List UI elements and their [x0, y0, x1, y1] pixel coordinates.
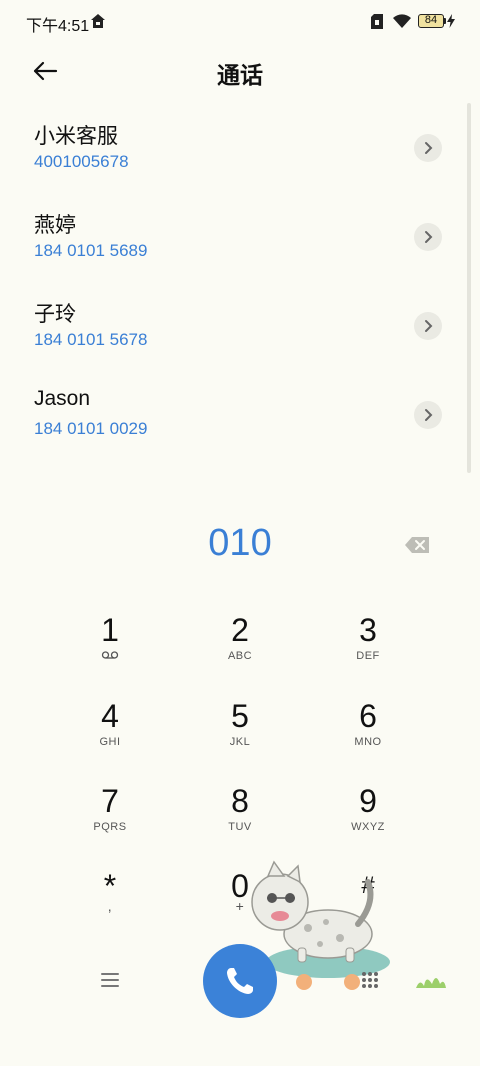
- key-4[interactable]: 4 GHI: [50, 694, 170, 774]
- key-8[interactable]: 8 TUV: [180, 779, 300, 859]
- key-1[interactable]: 1: [50, 608, 170, 688]
- key-letters: PQRS: [93, 821, 127, 833]
- key-letters: DEF: [356, 650, 380, 662]
- sim-icon: [371, 14, 383, 29]
- contact-name: 燕婷: [34, 214, 76, 237]
- key-digit: 3: [359, 612, 377, 648]
- key-digit: 9: [359, 783, 377, 819]
- contact-name: 小米客服: [34, 125, 118, 148]
- key-letters: GHI: [99, 736, 121, 748]
- chevron-right-icon: [425, 231, 433, 243]
- key-letters: ABC: [227, 650, 253, 662]
- contact-name: Jason: [34, 387, 91, 410]
- key-9[interactable]: 9 WXYZ: [308, 779, 428, 859]
- key-digit: 7: [101, 783, 119, 819]
- key-digit: 1: [101, 612, 119, 648]
- home-icon: [91, 14, 105, 28]
- dialpad-icon[interactable]: [361, 971, 379, 989]
- key-5[interactable]: 5 JKL: [180, 694, 300, 774]
- contact-item[interactable]: Jason 184 0101 0029: [0, 371, 465, 459]
- contact-detail-button[interactable]: [414, 401, 442, 429]
- key-letters: ,: [107, 898, 113, 914]
- contact-detail-button[interactable]: [414, 134, 442, 162]
- contact-number: 184 0101 5689: [34, 241, 148, 260]
- key-letters: JKL: [229, 736, 251, 748]
- chevron-right-icon: [425, 142, 433, 154]
- chevron-right-icon: [425, 409, 433, 421]
- key-2[interactable]: 2 ABC: [180, 608, 300, 688]
- battery-level: 84: [424, 14, 438, 26]
- backspace-icon[interactable]: [404, 536, 430, 554]
- key-7[interactable]: 7 PQRS: [50, 779, 170, 859]
- key-digit: 5: [231, 698, 249, 734]
- contact-number: 184 0101 5678: [34, 330, 148, 349]
- key-6[interactable]: 6 MNO: [308, 694, 428, 774]
- key-digit: 4: [101, 698, 119, 734]
- call-button[interactable]: [203, 944, 277, 1018]
- battery-indicator: 84: [418, 14, 444, 28]
- menu-icon[interactable]: [100, 972, 120, 988]
- contact-detail-button[interactable]: [414, 312, 442, 340]
- key-digit: 8: [231, 783, 249, 819]
- key-letters: WXYZ: [351, 821, 385, 833]
- key-letters: TUV: [228, 821, 252, 833]
- key-digit: 6: [359, 698, 377, 734]
- list-scrollbar[interactable]: [467, 103, 471, 473]
- page-title: 通话: [217, 62, 263, 88]
- leaf-decoration-icon: [416, 978, 446, 988]
- key-star[interactable]: * ,: [50, 864, 170, 944]
- battery-tip: [444, 18, 446, 24]
- contact-detail-button[interactable]: [414, 223, 442, 251]
- phone-icon: [227, 968, 253, 994]
- status-time: 下午4:51: [26, 18, 90, 35]
- key-digit: 2: [231, 612, 249, 648]
- contact-item[interactable]: 小米客服 4001005678: [0, 104, 465, 192]
- wifi-icon: [393, 14, 411, 28]
- contact-item[interactable]: 子玲 184 0101 5678: [0, 282, 465, 370]
- charging-icon: [447, 14, 455, 28]
- chevron-right-icon: [425, 320, 433, 332]
- contact-number: 184 0101 0029: [34, 419, 148, 438]
- contact-name: 子玲: [34, 303, 76, 326]
- key-3[interactable]: 3 DEF: [308, 608, 428, 688]
- contact-item[interactable]: 燕婷 184 0101 5689: [0, 193, 465, 281]
- key-letters: MNO: [354, 736, 382, 748]
- voicemail-icon: [101, 651, 119, 659]
- contact-number: 4001005678: [34, 152, 129, 171]
